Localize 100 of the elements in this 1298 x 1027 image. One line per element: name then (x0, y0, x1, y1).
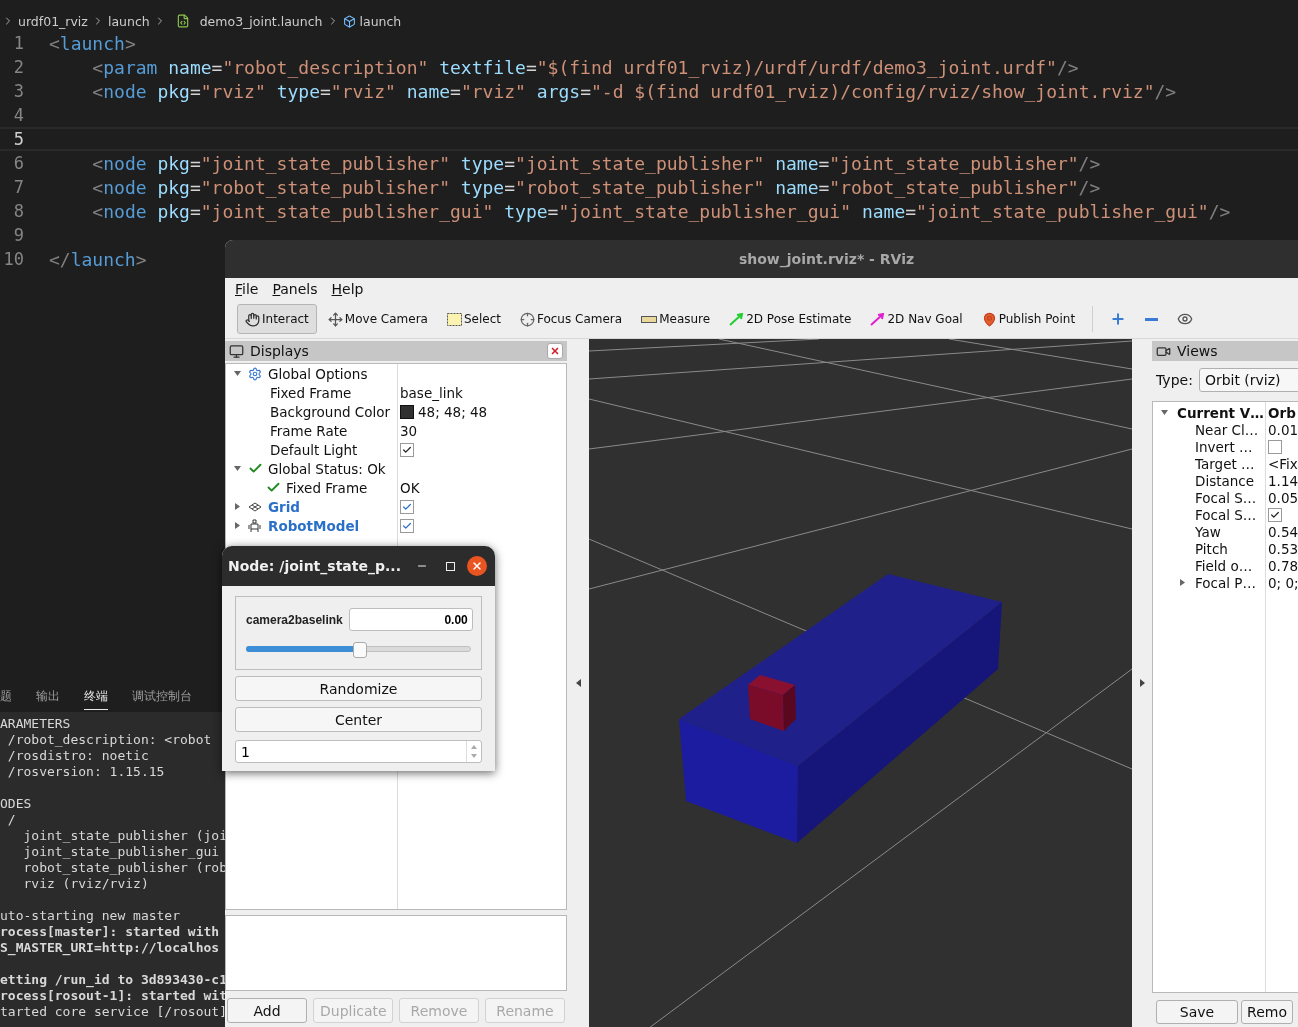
property-value: <Fix (1268, 455, 1298, 472)
tool-button[interactable]: Interact (237, 304, 317, 334)
close-button[interactable] (467, 556, 487, 576)
dialog-button[interactable]: Randomize (235, 676, 482, 701)
line-number: 8 (12, 201, 24, 221)
code-line: <param name="robot_description" textfile="$(find urdf01_rviz)/urdf/urdf/demo3_joint.urdf"/> (91, 56, 1079, 78)
tree-item-label[interactable]: Global Options (268, 365, 368, 382)
tree-item-label[interactable]: Near Cl… (1195, 421, 1259, 438)
checkbox[interactable] (1268, 507, 1282, 522)
gear-icon (248, 366, 262, 381)
tool-button[interactable]: 2D Pose Estimate (721, 304, 860, 334)
line-number: 2 (12, 57, 24, 77)
tree-item-label[interactable]: Fixed Frame (286, 479, 368, 496)
robot-icon (248, 518, 262, 533)
panel-tab[interactable]: 题 (0, 682, 12, 710)
panel-title: Displays (250, 343, 310, 359)
checkbox[interactable] (1268, 439, 1282, 454)
terminal-line: rocess[rosout-1]: started wit (0, 988, 225, 1004)
terminal-line: tarted core service [/rosout] (0, 1004, 225, 1020)
dialog-button[interactable]: Center (235, 707, 482, 732)
checkbox[interactable] (400, 499, 414, 514)
property-value: 30 (400, 422, 418, 439)
line-number: 4 (12, 105, 24, 125)
breadcrumb-item[interactable]: demo3_joint.launch (199, 13, 323, 29)
collapsed-arrow-icon[interactable] (233, 503, 241, 510)
tree-item-label[interactable]: Invert … (1195, 438, 1253, 455)
breadcrumb-item[interactable]: launch (359, 13, 402, 29)
tree-item-label[interactable]: RobotModel (268, 517, 360, 534)
joint-value-field[interactable]: 0.00 (348, 608, 473, 631)
terminal-line: /robot_description: <robot (6, 732, 213, 748)
checkbox[interactable] (400, 518, 414, 533)
tool-button[interactable]: Focus Camera (511, 304, 631, 334)
panel-button[interactable]: Add (227, 998, 307, 1023)
tree-item-label[interactable]: Frame Rate (270, 422, 348, 439)
tree-item-label[interactable]: Focal P… (1195, 574, 1256, 591)
type-select[interactable]: Orbit (rviz) (1198, 368, 1298, 392)
check-icon (265, 480, 281, 495)
line-number: 3 (12, 81, 24, 101)
terminal-line: ARAMETERS (0, 716, 72, 732)
cube-drawing (748, 675, 796, 731)
tree-item-label[interactable]: Fixed Frame (270, 384, 352, 401)
menu-item[interactable]: Panels (266, 281, 324, 297)
arrow-icon (729, 312, 745, 326)
terminal-line: joint_state_publisher_gui (22, 844, 221, 860)
tree-item-label[interactable]: Yaw (1195, 523, 1221, 540)
panel-button[interactable]: Save (1156, 1000, 1238, 1024)
tool-button[interactable]: 2D Nav Goal (862, 304, 971, 334)
ruler-icon (641, 315, 658, 323)
property-value: base_link (400, 384, 463, 401)
joint-slider[interactable] (246, 641, 471, 657)
tree-item-label[interactable]: Distance (1195, 472, 1255, 489)
tree-item-label[interactable]: Field o… (1195, 557, 1253, 574)
panel-tab[interactable]: 输出 (36, 682, 60, 710)
tree-item-label[interactable]: Current V… (1177, 404, 1264, 421)
collapsed-arrow-icon[interactable] (1178, 579, 1186, 586)
tree-item-label[interactable]: Focal S… (1195, 506, 1257, 523)
check-icon (402, 520, 412, 531)
tree-item-label[interactable]: Background Color (270, 403, 391, 420)
line-number: 7 (12, 177, 24, 197)
collapse-left-icon[interactable] (575, 679, 581, 687)
terminal-line: joint_state_publisher (joi (22, 828, 225, 844)
expanded-arrow-icon[interactable] (1160, 409, 1168, 416)
spin-field[interactable]: 1 (235, 740, 482, 763)
minus-icon (1145, 317, 1159, 321)
collapsed-arrow-icon[interactable] (233, 522, 241, 529)
terminal-line: rocess[master]: started with (0, 924, 221, 940)
expanded-arrow-icon[interactable] (233, 370, 241, 377)
menu-item[interactable]: File (229, 281, 265, 297)
tree-item-label[interactable]: Global Status: Ok (268, 460, 386, 477)
window-title: show_joint.rviz* - RViz (738, 251, 915, 267)
eye-icon (1177, 311, 1194, 327)
tool-button[interactable]: Publish Point (973, 304, 1084, 334)
property-value: OK (400, 479, 420, 496)
tool-button[interactable]: Measure (633, 304, 719, 334)
property-value: 0; 0; (1268, 574, 1298, 591)
breadcrumb-item[interactable]: launch (107, 13, 150, 29)
tool-button[interactable]: Move Camera (319, 304, 436, 334)
terminal-line: etting /run_id to 3d893430-c1 (0, 972, 225, 988)
tree-item-label[interactable]: Focal S… (1195, 489, 1257, 506)
tree-item-label[interactable]: Grid (268, 498, 301, 515)
checkbox[interactable] (400, 442, 414, 457)
expanded-arrow-icon[interactable] (233, 465, 241, 472)
tree-item-label[interactable]: Target … (1195, 455, 1255, 472)
slider-thumb[interactable] (352, 642, 367, 658)
panel-button[interactable]: Remo (1241, 1000, 1293, 1024)
breadcrumb-item[interactable]: urdf01_rviz (18, 13, 88, 29)
code-line: <node pkg="robot_state_publisher" type="robot_state_publisher" name="robot_state_publisher"/> (91, 176, 1101, 198)
collapse-right-icon[interactable] (1139, 679, 1145, 687)
property-value: Orb (1268, 404, 1296, 421)
menu-item[interactable]: Help (325, 281, 370, 297)
arrow-icon (870, 312, 886, 326)
type-label: Type: (1156, 372, 1193, 388)
panel-tab[interactable]: 调试控制台 (132, 682, 192, 710)
tree-item-label[interactable]: Pitch (1195, 540, 1228, 557)
panel-tab[interactable]: 终端 (84, 682, 108, 710)
tool-button[interactable]: Select (438, 304, 509, 334)
tree-item-label[interactable]: Default Light (270, 441, 358, 458)
pin-icon (981, 311, 997, 327)
check-icon (1270, 509, 1280, 520)
property-value: 0.53 (1268, 540, 1298, 557)
